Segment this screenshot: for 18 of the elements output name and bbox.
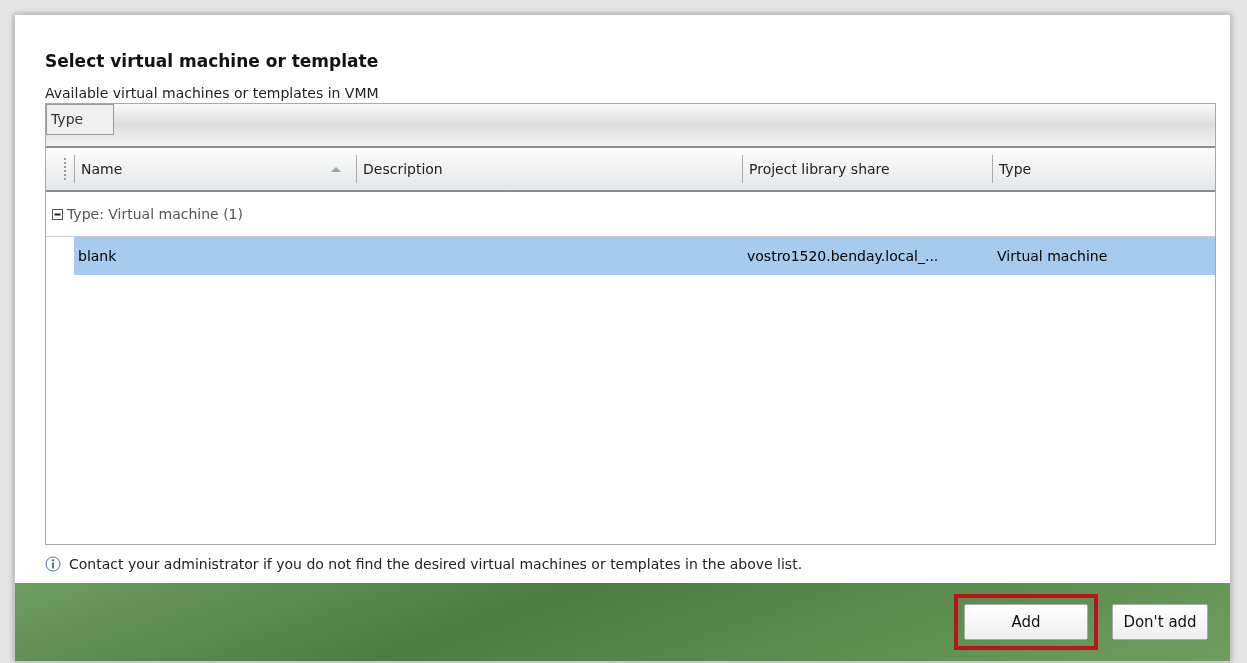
dialog-button[interactable]: Add — [964, 604, 1088, 640]
collapse-icon[interactable] — [52, 208, 63, 220]
dialog-button[interactable]: Don't add — [1112, 604, 1208, 640]
column-header[interactable]: Name — [74, 155, 356, 183]
column-header[interactable]: Description — [356, 155, 742, 183]
column-grip-icon[interactable] — [64, 158, 69, 180]
column-header[interactable]: Type — [992, 155, 1212, 183]
info-text: Contact your administrator if you do not find the desired virtual machines or templates in the above list. — [69, 556, 803, 572]
list-label: Available virtual machines or templates in VMM — [45, 85, 380, 101]
column-header[interactable]: Project library share — [742, 155, 992, 183]
table-cell: blank — [78, 248, 117, 264]
table-cell: Virtual machine — [997, 248, 1108, 264]
group-label: Type: Virtual machine (1) — [67, 206, 243, 222]
table-row[interactable]: blank vostro1520.benday.local_... Virtual machine — [74, 237, 1215, 275]
info-icon — [45, 556, 61, 572]
table-cell: vostro1520.benday.local_... — [747, 248, 939, 264]
dialog-title: Select virtual machine or template — [45, 51, 380, 71]
group-by-chip[interactable]: Type — [46, 104, 115, 135]
